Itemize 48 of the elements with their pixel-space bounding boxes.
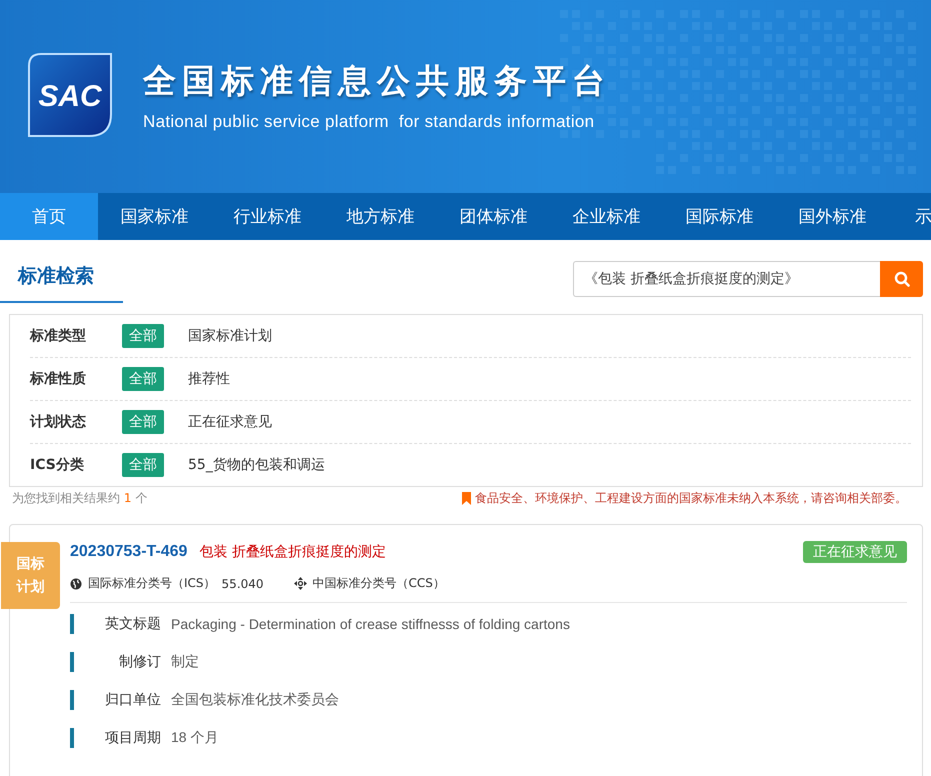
filter-label: 标准类型 <box>30 327 87 345</box>
status-tag: 正在征求意见 <box>803 541 907 563</box>
logo: SAC <box>27 52 113 138</box>
section-heading: 标准检索 <box>0 263 123 303</box>
filter-all-tag[interactable]: 全部 <box>122 453 164 477</box>
nav-tab[interactable]: 企业标准 <box>550 193 663 240</box>
standard-code-link[interactable]: 20230753-T-469 <box>70 543 188 561</box>
filter-label: ICS分类 <box>30 456 85 474</box>
filter-value: 正在征求意见 <box>188 413 272 431</box>
nav-tab[interactable]: 国家标准 <box>98 193 211 240</box>
result-count-text: 为您找到相关结果约 1 个 <box>12 490 148 507</box>
nav-tab[interactable]: 首页 <box>0 193 98 240</box>
nav-tab[interactable]: 团体标准 <box>437 193 550 240</box>
filter-all-tag[interactable]: 全部 <box>122 410 164 434</box>
site-title: 全国标准信息公共服务平台 <box>143 60 611 102</box>
nav-tab[interactable]: 行业标准 <box>211 193 324 240</box>
field-value: 全国包装标准化技术委员会 <box>171 691 339 709</box>
filter-value: 推荐性 <box>188 370 230 388</box>
field-label: 英文标题 <box>104 615 161 633</box>
ics-label: 国际标准分类号（ICS） <box>88 575 216 592</box>
search-icon <box>894 271 910 287</box>
nav-tab[interactable]: 国际标准 <box>663 193 776 240</box>
search-field[interactable]: 《包装 折叠纸盒折痕挺度的测定》 <box>573 261 880 297</box>
standard-title: 包装 折叠纸盒折痕挺度的测定 <box>199 543 387 561</box>
filter-value: 55_货物的包装和调运 <box>188 456 325 474</box>
site-subtitle: National public service platform for standards information <box>143 112 596 132</box>
globe-icon <box>70 578 82 590</box>
crosshair-icon <box>294 577 307 590</box>
search-button[interactable] <box>880 261 923 297</box>
nav-tab[interactable]: 示 <box>889 193 931 240</box>
category-ribbon: 国标计划 <box>1 542 60 609</box>
filter-label: 计划状态 <box>30 413 87 431</box>
field-label: 项目周期 <box>104 729 161 747</box>
field-label: 归口单位 <box>104 691 161 709</box>
field-value: 18 个月 <box>171 729 218 747</box>
field-value: Packaging - Determination of crease stiffnesss of folding cartons <box>171 616 570 632</box>
field-label: 制修订 <box>118 653 161 671</box>
field-value: 制定 <box>171 653 199 671</box>
filter-all-tag[interactable]: 全部 <box>122 324 164 348</box>
filter-all-tag[interactable]: 全部 <box>122 367 164 391</box>
ccs-label: 中国标准分类号（CCS） <box>312 575 445 592</box>
filter-value: 国家标准计划 <box>188 327 272 345</box>
nav-tab[interactable]: 地方标准 <box>324 193 437 240</box>
notice-text: 食品安全、环境保护、工程建设方面的国家标准未纳入本系统，请咨询相关部委。 <box>475 490 907 507</box>
filter-label: 标准性质 <box>30 370 87 388</box>
ics-value: 55.040 <box>222 576 264 590</box>
bookmark-icon <box>462 492 471 505</box>
nav-tab[interactable]: 国外标准 <box>776 193 889 240</box>
